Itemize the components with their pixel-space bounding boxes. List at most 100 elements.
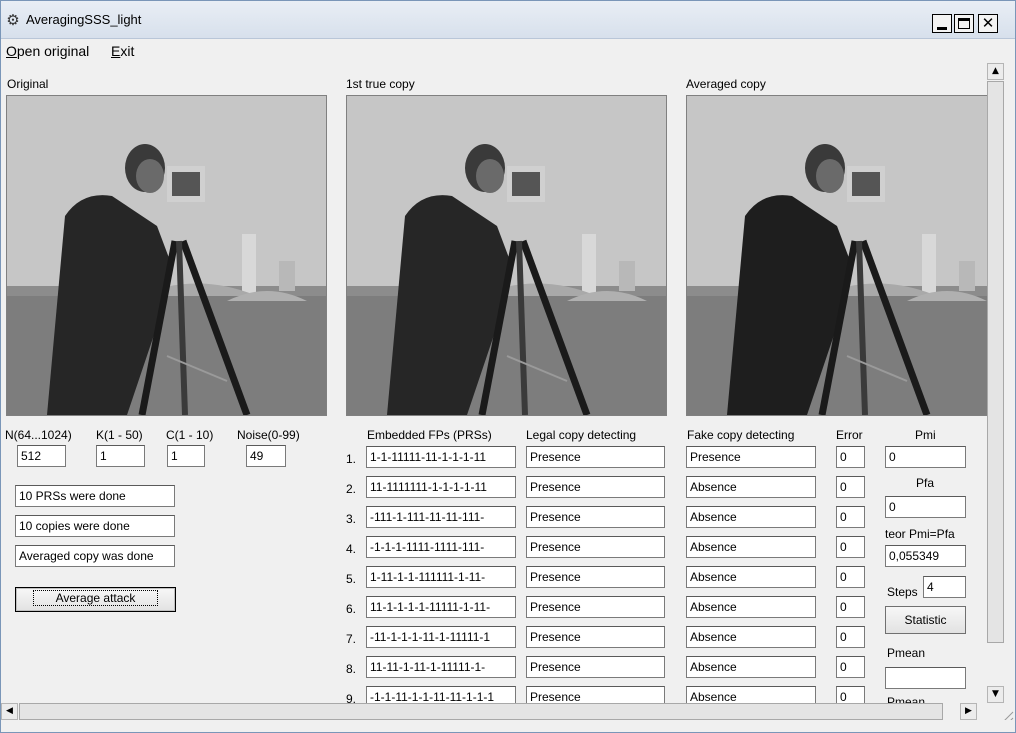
prs-field: -1-1-1-1111-1111-111- [366,536,516,558]
legal-field: Presence [526,506,665,528]
prs-field: 1-11-1-1-111111-1-11- [366,566,516,588]
legal-field: Presence [526,626,665,648]
error-field: 0 [836,686,865,703]
menu-bar: Open original Exit [1,40,1015,62]
photo-drawing [347,96,666,415]
prs-field: -111-1-111-11-11-111- [366,506,516,528]
steps-input[interactable]: 4 [923,576,966,598]
photo-shape [582,234,596,296]
fake-field: Absence [686,686,816,703]
legal-field: Presence [526,446,665,468]
original-image [6,95,327,416]
pmi-value: 0 [885,446,966,468]
k-input[interactable]: 1 [96,445,145,467]
true-copy-caption: 1st true copy [346,77,415,91]
maximize-button[interactable] [954,14,974,33]
row-number: 7. [346,632,357,646]
error-field: 0 [836,626,865,648]
vertical-scroll-thumb[interactable] [987,81,1004,643]
fake-header: Fake copy detecting [687,428,795,442]
menu-exit[interactable]: Exit [111,43,134,59]
prs-field: -1-1-11-1-1-11-11-1-1-1 [366,686,516,703]
gear-icon: ⚙ [6,11,20,29]
photo-shape [279,261,295,291]
row-number: 5. [346,572,357,586]
photo-shape [852,172,880,196]
prs-field: 11-11-1-11-1-11111-1- [366,656,516,678]
prs-field: 11-1111111-1-1-1-1-11 [366,476,516,498]
photo-shape [816,159,844,193]
scroll-down-icon[interactable]: ▼ [987,686,1004,703]
scroll-right-icon[interactable]: ▶ [960,703,977,720]
pmi-header: Pmi [915,428,936,442]
error-field: 0 [836,506,865,528]
row-number: 8. [346,662,357,676]
fake-field: Absence [686,596,816,618]
photo-drawing [7,96,326,415]
fake-field: Absence [686,626,816,648]
pfa-value: 0 [885,496,966,518]
average-attack-button[interactable]: Average attack [15,587,176,612]
photo-shape [959,261,975,291]
vertical-scrollbar[interactable]: ▲ ▼ [987,63,1004,703]
main-window: ⚙ AveragingSSS_light ✕ Open original Exi… [0,0,1016,733]
window-title: AveragingSSS_light [26,12,142,27]
photo-shape [619,261,635,291]
minimize-icon [937,27,947,30]
legal-field: Presence [526,536,665,558]
photo-shape [512,172,540,196]
photo-shape [136,159,164,193]
fake-field: Absence [686,566,816,588]
legal-field: Presence [526,596,665,618]
menu-open-original[interactable]: Open original [6,43,89,59]
teor-label: teor Pmi=Pfa [885,527,955,541]
error-field: 0 [836,476,865,498]
prs-field: 1-1-11111-11-1-1-1-11 [366,446,516,468]
window-bottom-edge [1,720,1015,732]
true-copy-image [346,95,667,416]
photo-shape [476,159,504,193]
statistic-button[interactable]: Statistic [885,606,966,634]
close-icon: ✕ [981,14,995,32]
pmean-value [885,667,966,689]
row-number: 6. [346,602,357,616]
embedded-header: Embedded FPs (PRSs) [367,428,492,442]
n-input[interactable]: 512 [17,445,66,467]
teor-value: 0,055349 [885,545,966,567]
c-input[interactable]: 1 [167,445,205,467]
scroll-left-icon[interactable]: ◀ [1,703,18,720]
averaged-caption: Averaged copy [686,77,766,91]
row-number: 3. [346,512,357,526]
status-averaged: Averaged copy was done [15,545,175,567]
fake-field: Absence [686,506,816,528]
row-number: 1. [346,452,357,466]
client-area: Original 1st true copy Averaged copy N(6… [1,63,987,703]
close-button[interactable]: ✕ [978,14,998,33]
photo-shape [922,234,936,296]
photo-shape [172,172,200,196]
horizontal-scroll-thumb[interactable] [19,703,943,720]
scroll-up-icon[interactable]: ▲ [987,63,1004,80]
title-bar[interactable]: ⚙ AveragingSSS_light ✕ [1,1,1015,39]
legal-header: Legal copy detecting [526,428,637,442]
minimize-button[interactable] [932,14,952,33]
averaged-image [686,95,987,416]
steps-label: Steps [887,585,918,599]
noise-input[interactable]: 49 [246,445,286,467]
legal-field: Presence [526,656,665,678]
status-copies: 10 copies were done [15,515,175,537]
pmean-label: Pmean [887,646,926,660]
fake-field: Presence [686,446,816,468]
fake-field: Absence [686,536,816,558]
prs-field: 11-1-1-1-1-11111-1-11- [366,596,516,618]
photo-shape [242,234,256,296]
error-field: 0 [836,446,865,468]
row-number: 9. [346,692,357,703]
horizontal-scrollbar[interactable]: ◀ ▶ [1,703,987,720]
maximize-icon [958,18,970,29]
legal-field: Presence [526,476,665,498]
error-header: Error [836,428,863,442]
error-field: 0 [836,656,865,678]
pfa-label: Pfa [916,476,935,490]
legal-field: Presence [526,686,665,703]
